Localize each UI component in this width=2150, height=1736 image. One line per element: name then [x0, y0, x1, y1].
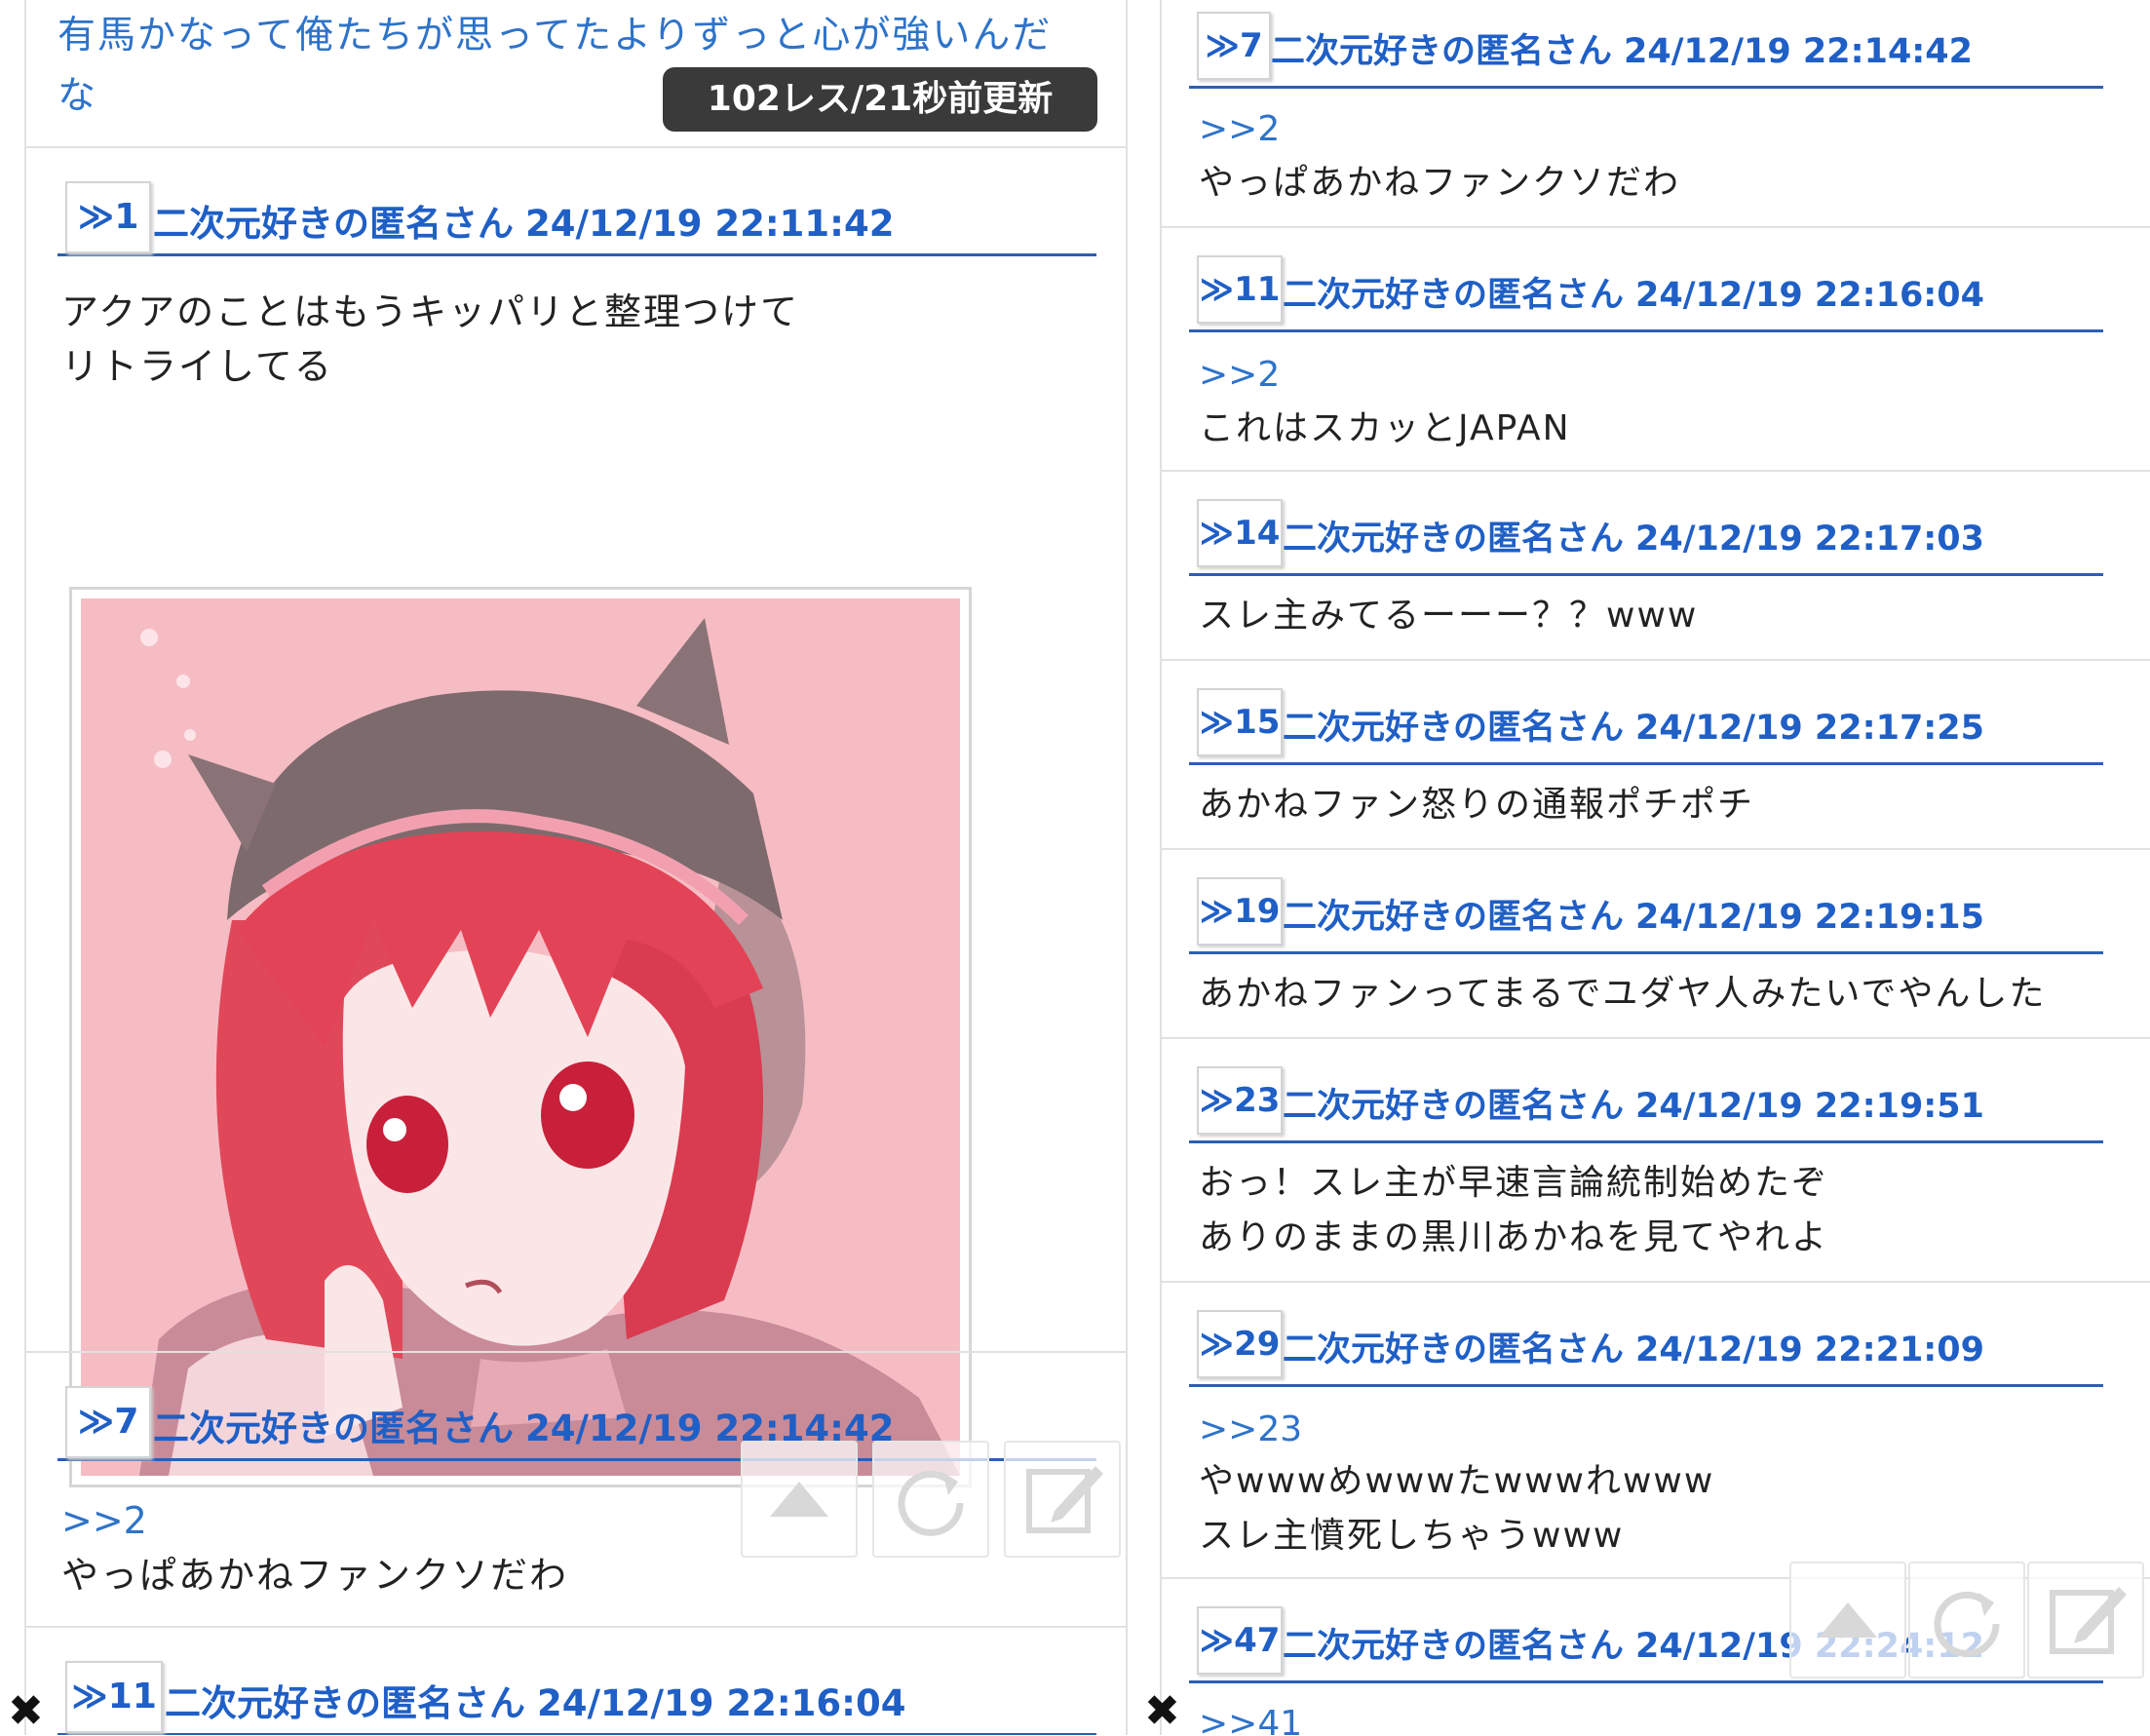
- post-date: 24/12/19 22:21:09: [1635, 1331, 1984, 1370]
- reload-button[interactable]: [1908, 1562, 2025, 1678]
- post-header: ≫23 二次元好きの匿名さん 24/12/19 22:19:51: [1189, 1059, 2103, 1143]
- scroll-top-button[interactable]: [741, 1441, 858, 1558]
- reply-anchor-link[interactable]: >>2: [1199, 109, 1280, 149]
- post-author: 二次元好きの匿名さん: [1283, 709, 1625, 748]
- reply-anchor-link[interactable]: >>23: [1199, 1409, 1302, 1449]
- thread-title-line1: 有馬かなって俺たちが思ってたよりずっと心が強いんだ: [58, 14, 1053, 58]
- post-author: 二次元好きの匿名さん: [165, 1682, 525, 1724]
- post-author-date: 二次元好きの匿名さん 24/12/19 22:19:51: [1283, 1078, 1984, 1128]
- post-body: これはスカッとJAPAN: [1199, 408, 1571, 448]
- post-author-date: 二次元好きの匿名さん 24/12/19 22:17:25: [1283, 700, 1984, 750]
- post-body: おっ！スレ主が早速言論統制始めたぞ ありのままの黒川あかねを見てやれよ: [1199, 1163, 1829, 1257]
- post-body: あかねファンってまるでユダヤ人みたいでやんした: [1199, 974, 2047, 1014]
- post-item: ≫11 二次元好きの匿名さん 24/12/19 22:16:04 >>2 これはス…: [1162, 226, 2150, 472]
- post-date: 24/12/19 22:19:51: [1635, 1087, 1984, 1126]
- post-number-button[interactable]: ≫11: [1197, 255, 1283, 324]
- post-body: やっぱあかねファンクソだわ: [1199, 163, 1681, 203]
- post-item: ≫29 二次元好きの匿名さん 24/12/19 22:21:09 >>23 やww…: [1162, 1281, 2150, 1579]
- reload-button[interactable]: [872, 1441, 989, 1558]
- post-item: ≫14 二次元好きの匿名さん 24/12/19 22:17:03 スレ主みてるーー…: [1162, 470, 2150, 661]
- post-author: 二次元好きの匿名さん: [1283, 1087, 1625, 1126]
- close-icon[interactable]: ✖: [8, 1686, 44, 1736]
- thread-column-right: ≫7 二次元好きの匿名さん 24/12/19 22:14:42 >>2 やっぱあか…: [1160, 0, 2150, 1735]
- post-header: ≫7 二次元好きの匿名さん 24/12/19 22:14:42: [1189, 4, 2103, 89]
- post-number-button[interactable]: ≫23: [1197, 1066, 1283, 1135]
- post-number-button[interactable]: ≫7: [1197, 12, 1271, 80]
- post-item: ≫7 二次元好きの匿名さん 24/12/19 22:14:42 >>2 やっぱあか…: [1162, 0, 2150, 226]
- column-gap: [1128, 0, 1157, 1735]
- post-number-button[interactable]: ≫11: [65, 1661, 163, 1733]
- post-item: ≫23 二次元好きの匿名さん 24/12/19 22:19:51 おっ！スレ主が早…: [1162, 1037, 2150, 1283]
- compose-button[interactable]: [1004, 1441, 1121, 1558]
- post-author: 二次元好きの匿名さん: [1283, 1627, 1625, 1666]
- close-icon[interactable]: ✖: [1144, 1686, 1180, 1736]
- post-date: 24/12/19 22:17:03: [1635, 520, 1984, 559]
- post-item: ≫11 二次元好きの匿名さん 24/12/19 22:16:04: [26, 1626, 1126, 1735]
- post-number-button[interactable]: ≫29: [1197, 1310, 1283, 1378]
- post-author-date: 二次元好きの匿名さん 24/12/19 22:16:04: [1283, 267, 1984, 317]
- post-date: 24/12/19 22:11:42: [525, 203, 895, 245]
- post-author: 二次元好きの匿名さん: [1283, 1331, 1625, 1370]
- post-header: ≫15 二次元好きの匿名さん 24/12/19 22:17:25: [1189, 680, 2103, 765]
- post-date: 24/12/19 22:19:15: [1635, 898, 1984, 937]
- post-item: ≫15 二次元好きの匿名さん 24/12/19 22:17:25 あかねファン怒り…: [1162, 659, 2150, 850]
- post-author: 二次元好きの匿名さん: [153, 1408, 514, 1449]
- post-header: ≫1 二次元好きの匿名さん 24/12/19 22:11:42: [58, 172, 1096, 256]
- post-date: 24/12/19 22:16:04: [537, 1682, 906, 1724]
- post-body: やwwwめwwwたwwwれwww スレ主憤死しちゃうwww: [1199, 1461, 1715, 1556]
- edit-icon: [2050, 1587, 2127, 1654]
- post-author: 二次元好きの匿名さん: [1283, 898, 1625, 937]
- reply-anchor-link[interactable]: >>2: [1199, 355, 1280, 395]
- post-header: ≫11 二次元好きの匿名さん 24/12/19 22:16:04: [1189, 248, 2103, 332]
- post-author: 二次元好きの匿名さん: [1271, 32, 1613, 71]
- post-header: ≫19 二次元好きの匿名さん 24/12/19 22:19:15: [1189, 869, 2103, 954]
- post-number-button[interactable]: ≫15: [1197, 688, 1283, 756]
- post-header: ≫11 二次元好きの匿名さん 24/12/19 22:16:04: [58, 1651, 1096, 1735]
- post-body: スレ主みてるーーー？？www: [1199, 596, 1699, 636]
- reply-anchor-link[interactable]: >>41: [1199, 1704, 1302, 1735]
- triangle-up-icon: [770, 1482, 828, 1517]
- reload-icon: [1934, 1591, 2000, 1657]
- compose-button[interactable]: [2027, 1562, 2144, 1678]
- post-date: 24/12/19 22:14:42: [1624, 32, 1973, 71]
- post-author: 二次元好きの匿名さん: [153, 203, 514, 245]
- post-date: 24/12/19 22:16:04: [1635, 276, 1984, 315]
- scroll-top-button[interactable]: [1789, 1562, 1906, 1678]
- post-header: ≫14 二次元好きの匿名さん 24/12/19 22:17:03: [1189, 491, 2103, 576]
- reload-icon: [898, 1470, 964, 1536]
- anime-girl-illustration: [81, 598, 960, 1476]
- post-body: アクアのことはもうキッパリと整理つけて リトライしてる: [61, 290, 799, 388]
- post-author-date: 二次元好きの匿名さん 24/12/19 22:11:42: [153, 194, 894, 247]
- post-date: 24/12/19 22:17:25: [1635, 709, 1984, 748]
- post-number-button[interactable]: ≫1: [65, 181, 151, 253]
- thread-column-left: 有馬かなって俺たちが思ってたよりずっと心が強いんだ な 102レス/21秒前更新…: [24, 0, 1128, 1735]
- post-author: 二次元好きの匿名さん: [1283, 276, 1625, 315]
- post-item: ≫19 二次元好きの匿名さん 24/12/19 22:19:15 あかねファンって…: [1162, 848, 2150, 1039]
- post-author-date: 二次元好きの匿名さん 24/12/19 22:14:42: [1271, 23, 1973, 73]
- post-author-date: 二次元好きの匿名さん 24/12/19 22:21:09: [1283, 1322, 1984, 1371]
- post-number-button[interactable]: ≫14: [1197, 499, 1283, 567]
- post-author-date: 二次元好きの匿名さん 24/12/19 22:16:04: [165, 1674, 905, 1726]
- status-badge: 102レス/21秒前更新: [663, 67, 1097, 132]
- post-item: ≫1 二次元好きの匿名さん 24/12/19 22:11:42 アクアのことはもう…: [26, 146, 1126, 1487]
- post-number-button[interactable]: ≫19: [1197, 877, 1283, 945]
- triangle-up-icon: [1819, 1602, 1877, 1638]
- post-author: 二次元好きの匿名さん: [1283, 520, 1625, 559]
- post-body: あかねファン怒りの通報ポチポチ: [1199, 785, 1755, 825]
- reply-anchor-link[interactable]: >>2: [61, 1499, 147, 1542]
- post-header: ≫29 二次元好きの匿名さん 24/12/19 22:21:09: [1189, 1302, 2103, 1387]
- post-body: やっぱあかねファンクソだわ: [61, 1554, 569, 1597]
- edit-icon: [1026, 1466, 1103, 1533]
- post-author-date: 二次元好きの匿名さん 24/12/19 22:17:03: [1283, 511, 1984, 560]
- post-number-button[interactable]: ≫7: [65, 1386, 151, 1458]
- post-author-date: 二次元好きの匿名さん 24/12/19 22:19:15: [1283, 889, 1984, 939]
- post-number-button[interactable]: ≫47: [1197, 1606, 1283, 1675]
